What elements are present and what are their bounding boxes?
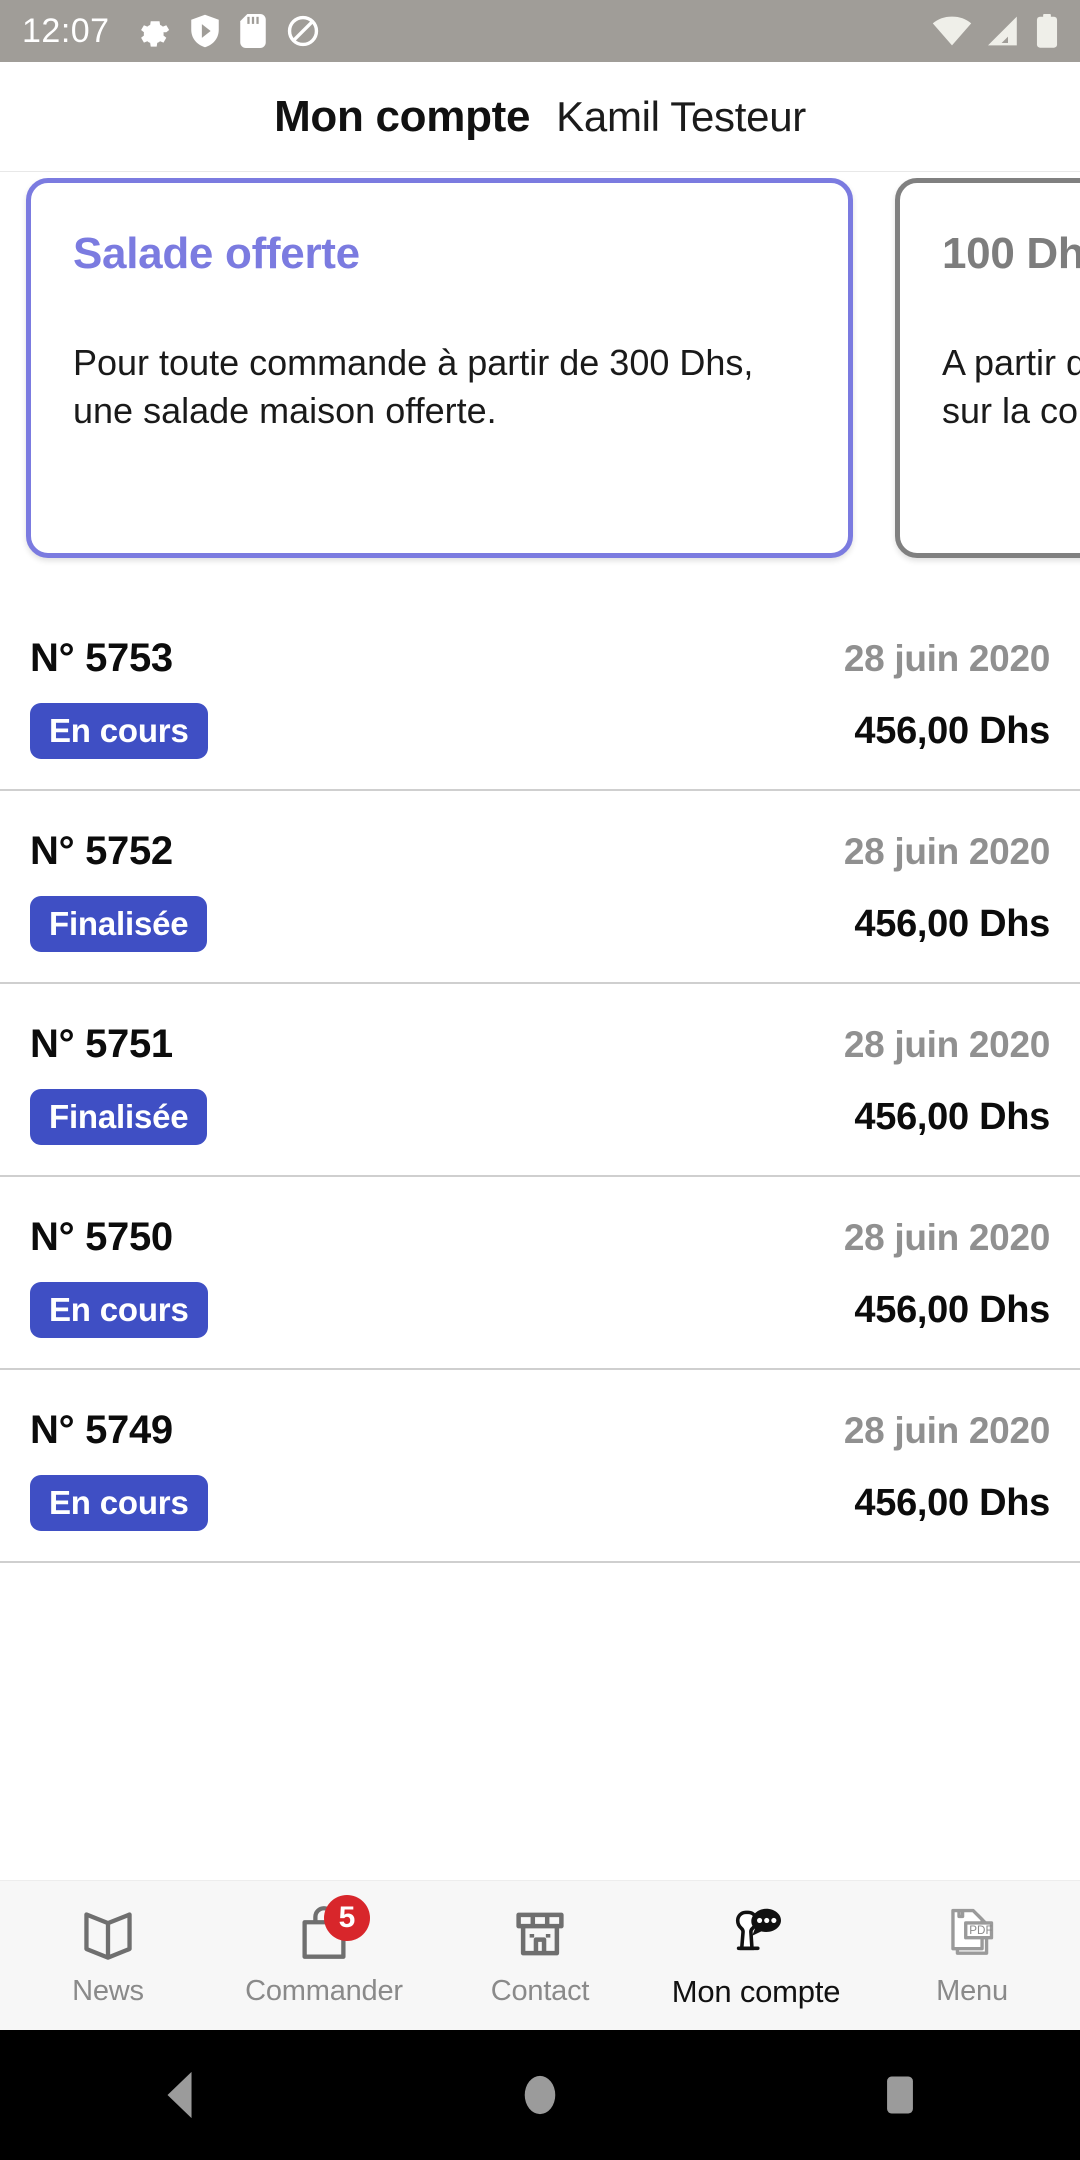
home-icon xyxy=(524,2075,556,2115)
gear-icon xyxy=(140,21,169,47)
promo-card-body: Pour toute commande à partir de 300 Dhs,… xyxy=(73,342,754,431)
cart-count-badge: 5 xyxy=(324,1895,370,1941)
order-row-top: N° 5749 28 juin 2020 xyxy=(30,1408,1050,1453)
order-row-top: N° 5751 28 juin 2020 xyxy=(30,1022,1050,1067)
tab-menu[interactable]: PDF Menu xyxy=(864,1881,1080,2030)
table-row[interactable]: N° 5750 28 juin 2020 En cours 456,00 Dhs xyxy=(0,1177,1080,1370)
back-icon xyxy=(167,2071,192,2119)
order-price: 456,00 Dhs xyxy=(854,1481,1050,1524)
orders-list[interactable]: N° 5753 28 juin 2020 En cours 456,00 Dhs… xyxy=(0,598,1080,1860)
promo-carousel-track[interactable]: Salade offerte Pour toute commande à par… xyxy=(0,178,1080,558)
order-number: N° 5753 xyxy=(30,636,173,680)
promo-card-salade-offerte[interactable]: Salade offerte Pour toute commande à par… xyxy=(26,178,853,558)
recents-button[interactable] xyxy=(845,2040,955,2150)
do-not-disturb-icon xyxy=(287,15,318,47)
order-date: 28 juin 2020 xyxy=(843,1024,1050,1065)
order-row-bottom: En cours 456,00 Dhs xyxy=(30,1475,1050,1531)
order-number: N° 5751 xyxy=(30,1022,173,1066)
order-price: 456,00 Dhs xyxy=(854,1288,1050,1331)
order-date: 28 juin 2020 xyxy=(843,831,1050,872)
tab-label: Menu xyxy=(936,1975,1008,2007)
user-chat-icon xyxy=(735,1908,781,1950)
tab-icon-wrap: 5 xyxy=(298,1895,370,1961)
tab-icon-wrap: PDF xyxy=(947,1903,997,1961)
tab-label: Commander xyxy=(245,1975,403,2007)
home-button[interactable] xyxy=(485,2040,595,2150)
wifi-icon xyxy=(932,16,972,46)
android-navigation-bar xyxy=(0,2030,1080,2160)
status-badge: En cours xyxy=(30,1282,208,1338)
order-price: 456,00 Dhs xyxy=(854,709,1050,752)
play-protect-shield-icon xyxy=(190,14,219,48)
svg-text:PDF: PDF xyxy=(969,1924,992,1937)
status-badge: En cours xyxy=(30,703,208,759)
sd-card-icon xyxy=(239,14,266,48)
pdf-document-icon: PDF xyxy=(951,1908,994,1955)
back-button[interactable] xyxy=(125,2040,235,2150)
order-row-bottom: Finalisée 456,00 Dhs xyxy=(30,896,1050,952)
tab-icon-wrap xyxy=(513,1903,567,1961)
promo-card-body: A partir de 1000 Dhs, réduction de 100 D… xyxy=(942,342,1080,431)
order-row-bottom: En cours 456,00 Dhs xyxy=(30,703,1050,759)
tab-icon-wrap xyxy=(727,1902,785,1960)
order-price: 456,00 Dhs xyxy=(854,902,1050,945)
order-row-bottom: En cours 456,00 Dhs xyxy=(30,1282,1050,1338)
tab-contact[interactable]: Contact xyxy=(432,1881,648,2030)
recents-icon xyxy=(887,2076,913,2114)
tab-mon-compte[interactable]: Mon compte xyxy=(648,1881,864,2030)
table-row[interactable]: N° 5749 28 juin 2020 En cours 456,00 Dhs xyxy=(0,1370,1080,1563)
order-number: N° 5752 xyxy=(30,829,173,873)
tab-label: Mon compte xyxy=(671,1973,841,2009)
status-bar-clock: 12:07 xyxy=(22,12,110,50)
storefront-icon xyxy=(516,1912,564,1956)
open-book-icon xyxy=(84,1912,132,1960)
order-row-bottom: Finalisée 456,00 Dhs xyxy=(30,1089,1050,1145)
tab-commander[interactable]: 5 Commander xyxy=(216,1881,432,2030)
cellular-signal-icon xyxy=(988,16,1017,46)
table-row[interactable]: N° 5753 28 juin 2020 En cours 456,00 Dhs xyxy=(0,598,1080,791)
order-row-top: N° 5750 28 juin 2020 xyxy=(30,1215,1050,1260)
phone-screen: 12:07 Mon compte Kamil Testeur Salade of… xyxy=(0,0,1080,2160)
promo-carousel[interactable]: Salade offerte Pour toute commande à par… xyxy=(0,178,1080,598)
status-bar-system-icons xyxy=(932,14,1058,48)
order-date: 28 juin 2020 xyxy=(843,1217,1050,1258)
order-row-top: N° 5753 28 juin 2020 xyxy=(30,636,1050,681)
table-row[interactable]: N° 5752 28 juin 2020 Finalisée 456,00 Dh… xyxy=(0,791,1080,984)
status-bar-notification-icons xyxy=(136,14,320,48)
table-row[interactable]: N° 5751 28 juin 2020 Finalisée 456,00 Dh… xyxy=(0,984,1080,1177)
tab-label: News xyxy=(72,1975,144,2007)
promo-card-title: Salade offerte xyxy=(73,229,360,278)
status-badge: Finalisée xyxy=(30,1089,208,1145)
status-badge: Finalisée xyxy=(30,896,208,952)
user-name-label: Kamil Testeur xyxy=(556,92,806,140)
tab-icon-wrap xyxy=(80,1903,136,1961)
app-header: Mon compte Kamil Testeur xyxy=(0,62,1080,172)
page-title: Mon compte xyxy=(274,91,531,141)
order-price: 456,00 Dhs xyxy=(854,1095,1050,1138)
tab-news[interactable]: News xyxy=(0,1881,216,2030)
order-row-top: N° 5752 28 juin 2020 xyxy=(30,829,1050,874)
order-date: 28 juin 2020 xyxy=(843,1410,1050,1451)
order-number: N° 5750 xyxy=(30,1215,173,1259)
promo-card-100-dhs[interactable]: 100 Dhs A partir de 1000 Dhs, réduction … xyxy=(895,178,1080,558)
battery-icon xyxy=(1036,14,1058,48)
order-date: 28 juin 2020 xyxy=(843,638,1050,679)
bottom-tab-bar: News 5 Commander Contact Mon compte PDF … xyxy=(0,1880,1080,2030)
promo-card-title: 100 Dhs xyxy=(942,229,1080,278)
status-bar: 12:07 xyxy=(0,0,1080,62)
status-badge: En cours xyxy=(30,1475,208,1531)
tab-label: Contact xyxy=(490,1975,590,2007)
order-number: N° 5749 xyxy=(30,1408,173,1452)
